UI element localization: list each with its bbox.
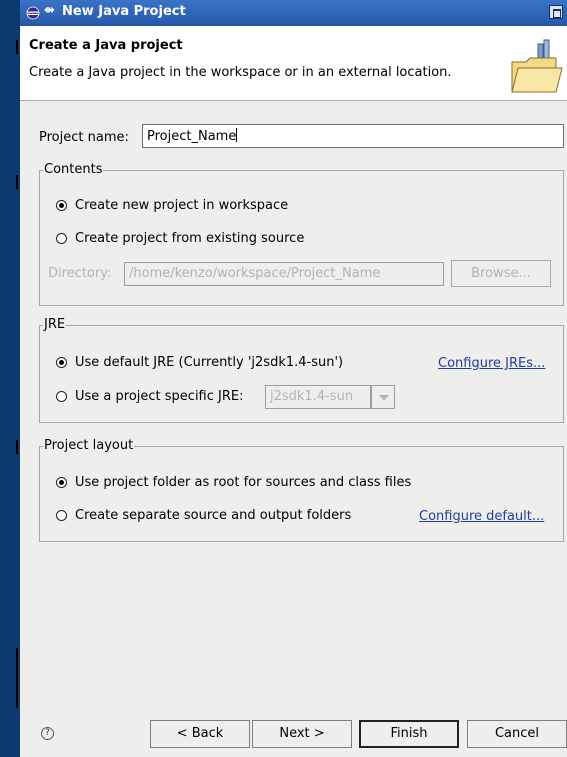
maximize-button[interactable]	[549, 5, 563, 19]
browse-button[interactable]: Browse...	[451, 260, 551, 287]
desktop-background	[0, 0, 20, 757]
next-button[interactable]: Next >	[252, 720, 352, 748]
wizard-title: Create a Java project	[29, 38, 183, 53]
new-java-project-dialog: ⇴ New Java Project Create a Java project…	[20, 0, 567, 757]
radio-unselected-icon[interactable]	[56, 509, 67, 521]
radio-label: Use a project specific JRE:	[75, 388, 244, 404]
title-bar[interactable]: ⇴ New Java Project	[20, 0, 567, 26]
desktop-mark	[16, 40, 18, 54]
help-icon[interactable]: ?	[41, 727, 54, 740]
create-new-project-radio[interactable]: Create new project in workspace	[56, 196, 288, 214]
eclipse-icon	[26, 6, 40, 20]
contents-legend: Contents	[43, 162, 104, 177]
create-from-source-radio[interactable]: Create project from existing source	[56, 229, 304, 247]
project-folder-root-radio[interactable]: Use project folder as root for sources a…	[56, 473, 411, 491]
radio-label: Create new project in workspace	[75, 197, 289, 213]
radio-unselected-icon[interactable]	[56, 390, 67, 402]
radio-selected-icon[interactable]	[56, 476, 67, 488]
desktop-mark	[16, 175, 18, 189]
pin-icon[interactable]: ⇴	[44, 3, 55, 18]
jre-legend: JRE	[43, 317, 67, 332]
radio-label: Create separate source and output folder…	[75, 507, 352, 523]
configure-default-link[interactable]: Configure default...	[419, 509, 544, 524]
cancel-button[interactable]: Cancel	[467, 720, 567, 748]
radio-label: Use default JRE (Currently 'j2sdk1.4-sun…	[75, 354, 344, 370]
configure-jres-link[interactable]: Configure JREs...	[438, 356, 545, 371]
wizard-description: Create a Java project in the workspace o…	[29, 65, 452, 80]
text-caret	[236, 128, 238, 142]
radio-selected-icon[interactable]	[56, 356, 67, 368]
project-specific-jre-radio[interactable]: Use a project specific JRE:	[56, 387, 243, 405]
project-name-label: Project name:	[39, 130, 129, 145]
radio-unselected-icon[interactable]	[56, 232, 67, 244]
window-title: New Java Project	[62, 4, 186, 19]
project-layout-legend: Project layout	[43, 438, 135, 453]
project-layout-group: Project layout	[39, 438, 564, 542]
folder-wizard-icon	[511, 39, 563, 93]
radio-label: Create project from existing source	[75, 230, 305, 246]
finish-button[interactable]: Finish	[359, 720, 459, 748]
wizard-header: Create a Java project Create a Java proj…	[20, 26, 567, 101]
desktop-mark	[16, 440, 18, 454]
directory-label: Directory:	[48, 266, 112, 281]
jre-combo[interactable]: j2sdk1.4-sun	[265, 385, 371, 409]
chevron-down-icon[interactable]	[371, 385, 395, 409]
back-button[interactable]: < Back	[150, 720, 250, 748]
project-name-input[interactable]: Project_Name	[142, 124, 564, 148]
separate-folders-radio[interactable]: Create separate source and output folder…	[56, 506, 351, 524]
directory-input[interactable]: /home/kenzo/workspace/Project_Name	[124, 262, 444, 286]
radio-label: Use project folder as root for sources a…	[75, 474, 412, 490]
radio-selected-icon[interactable]	[56, 199, 67, 211]
desktop-mark	[16, 648, 18, 708]
use-default-jre-radio[interactable]: Use default JRE (Currently 'j2sdk1.4-sun…	[56, 353, 343, 371]
